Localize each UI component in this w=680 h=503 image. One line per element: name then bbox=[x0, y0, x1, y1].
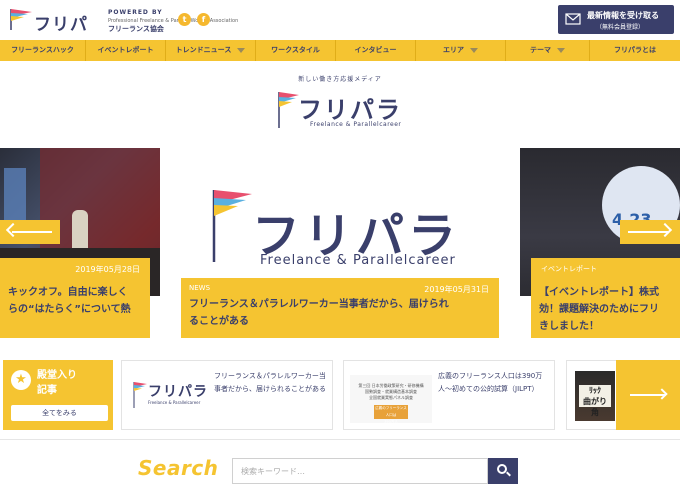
nav-item-label: テーマ bbox=[530, 46, 551, 54]
arrow-right-icon bbox=[657, 222, 673, 238]
search-icon-handle bbox=[506, 471, 511, 477]
slide-title: フリーランス＆パラレルワーカー当事者だから、届けられ ることがある bbox=[189, 299, 449, 327]
arrow-line bbox=[12, 231, 52, 233]
slide-date: 2019年05月28日 bbox=[75, 265, 140, 274]
flag-logo-icon bbox=[133, 382, 147, 408]
twitter-icon[interactable]: t bbox=[178, 13, 191, 26]
flag-logo-icon bbox=[212, 190, 252, 262]
doc-thumb-badge: 広義のフリーランス人口は 390万人 bbox=[374, 405, 408, 424]
featured-next-button[interactable] bbox=[616, 360, 680, 430]
powered-org: フリーランス協会 bbox=[108, 25, 164, 33]
card-thumbnail: 第三回 日本労働政策研究・研修機構 国勢調査・就業構造基本調査 全国就業実態パネ… bbox=[350, 375, 432, 424]
slider-next-button[interactable] bbox=[620, 220, 680, 244]
slide-photo-screen bbox=[4, 168, 26, 228]
nav-item-label: インタビュー bbox=[354, 46, 397, 54]
subscribe-button[interactable]: 最新情報を受け取る （無料会員登録） bbox=[558, 5, 674, 34]
powered-by-label: POWERED BY bbox=[108, 9, 163, 16]
nav-item-area[interactable]: エリア bbox=[416, 40, 506, 61]
nav-item-trend-news[interactable]: トレンドニュース bbox=[166, 40, 256, 61]
featured-card[interactable]: フリパラ Freelance & Parallelcareer フリーランス＆パ… bbox=[121, 360, 333, 430]
hall-of-fame-panel: ★ 殿堂入り 記事 全てをみる bbox=[3, 360, 113, 430]
slide-category: NEWS bbox=[189, 284, 211, 292]
main-nav: フリーランスハック イベントレポート トレンドニュース ワークスタイル インタビ… bbox=[0, 40, 680, 61]
slider-prev-button[interactable] bbox=[0, 220, 60, 244]
subscribe-label: 最新情報を受け取る bbox=[587, 11, 659, 20]
nav-item-label: トレンドニュース bbox=[175, 46, 232, 54]
nav-item-label: エリア bbox=[443, 46, 464, 54]
nav-item-work-style[interactable]: ワークスタイル bbox=[256, 40, 336, 61]
site-tagline: 新しい働き方応援メディア bbox=[298, 76, 382, 83]
nav-item-theme[interactable]: テーマ bbox=[506, 40, 590, 61]
slide-left-caption[interactable]: 2019年05月28日 キックオフ。自由に楽しく らの“はたらく”について熱 bbox=[0, 258, 150, 338]
mail-icon bbox=[565, 13, 581, 25]
center-logo[interactable]: フリパラ Freelance & Parallelcareer bbox=[276, 88, 406, 134]
search-button[interactable] bbox=[488, 458, 518, 484]
search-input[interactable] bbox=[232, 458, 488, 484]
card-title: フリーランス＆パラレルワーカー当事者だから、届けられることがある bbox=[214, 372, 326, 393]
nav-item-label: イベントレポート bbox=[97, 46, 154, 54]
site-logo[interactable]: フリパラ bbox=[8, 6, 103, 60]
powered-org-en: Professional Freelance & Parallel Worker… bbox=[108, 18, 239, 24]
center-logo-text: フリパラ bbox=[298, 96, 402, 124]
slide-center-caption[interactable]: NEWS 2019年05月31日 フリーランス＆パラレルワーカー当事者だから、届… bbox=[181, 278, 499, 338]
card-thumbnail: フリパラ Freelance & Parallelcareer bbox=[132, 381, 212, 411]
site-header: フリパラ POWERED BY Professional Freelance &… bbox=[0, 0, 680, 60]
nav-item-event-report[interactable]: イベントレポート bbox=[86, 40, 166, 61]
flag-logo-icon bbox=[10, 9, 32, 30]
facebook-icon[interactable]: f bbox=[197, 13, 210, 26]
powered-by: POWERED BY Professional Freelance & Para… bbox=[108, 9, 238, 33]
nav-item-about[interactable]: フリパラとは bbox=[590, 40, 680, 61]
hall-of-fame-title: 殿堂入り 記事 bbox=[37, 370, 77, 396]
slide-logo-subtitle: Freelance & Parallelcareer bbox=[260, 253, 456, 268]
nav-item-freelance-hack[interactable]: フリーランスハック bbox=[0, 40, 86, 61]
nav-item-label: ワークスタイル bbox=[271, 46, 320, 54]
nav-item-label: フリパラとは bbox=[614, 46, 656, 54]
see-all-button[interactable]: 全てをみる bbox=[11, 405, 108, 421]
divider bbox=[0, 439, 680, 440]
flag-logo-icon bbox=[278, 92, 299, 128]
card-thumbnail: ﾘｯｸ 曲がり 角 bbox=[575, 371, 615, 421]
hero-slider: 4.23 フリパラ Freelance & Parallelcareer 201… bbox=[0, 148, 680, 346]
slide-date: 2019年05月31日 bbox=[424, 285, 489, 294]
nav-item-label: フリーランスハック bbox=[11, 46, 74, 54]
featured-row: ★ 殿堂入り 記事 全てをみる フリパラ Freelance & Paralle… bbox=[0, 360, 680, 430]
nav-item-interview[interactable]: インタビュー bbox=[336, 40, 416, 61]
chevron-down-icon bbox=[470, 47, 478, 53]
card-thumb-logo-sub: Freelance & Parallelcareer bbox=[148, 400, 201, 405]
slide-right-caption[interactable]: イベントレポート 【イベントレポート】株式 効！課題解決のためにフリ きしました… bbox=[531, 258, 680, 338]
arrow-right-icon bbox=[656, 388, 668, 400]
slide-title: キックオフ。自由に楽しく らの“はたらく”について熱 bbox=[8, 287, 131, 315]
slide-photo-person bbox=[72, 210, 88, 250]
photo-sign-text: ﾘｯｸ 曲がり 角 bbox=[579, 385, 611, 417]
slide-title: 【イベントレポート】株式 効！課題解決のためにフリ きしました！ bbox=[539, 287, 659, 332]
arrow-left-icon bbox=[5, 222, 21, 238]
doc-thumb-text: 第三回 日本労働政策研究・研修機構 国勢調査・就業構造基本調査 全国就業実態パネ… bbox=[358, 383, 424, 400]
featured-card[interactable]: 第三回 日本労働政策研究・研修機構 国勢調査・就業構造基本調査 全国就業実態パネ… bbox=[343, 360, 555, 430]
slide-category: イベントレポート bbox=[541, 265, 597, 273]
center-logo-subtitle: Freelance & Parallelcareer bbox=[310, 121, 402, 128]
card-title: 広義のフリーランス人口は390万人〜初めての公的試算（JILPT） bbox=[438, 372, 543, 393]
subscribe-sublabel: （無料会員登録） bbox=[596, 24, 645, 31]
card-thumb-logo-text: フリパラ bbox=[148, 384, 208, 400]
slide-center-image[interactable]: フリパラ Freelance & Parallelcareer bbox=[180, 148, 500, 278]
chevron-down-icon bbox=[237, 47, 246, 53]
search-title: Search bbox=[138, 456, 219, 480]
star-icon: ★ bbox=[11, 370, 31, 390]
chevron-down-icon bbox=[557, 47, 565, 53]
